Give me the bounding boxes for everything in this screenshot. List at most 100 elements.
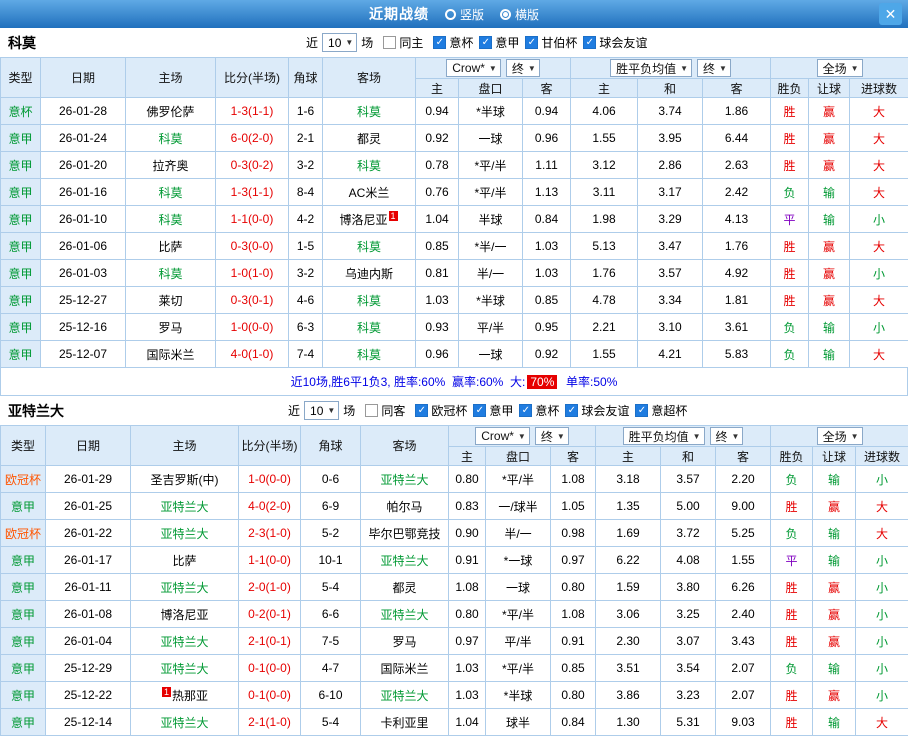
league-filter-意杯[interactable]: ✓ 意杯 [519,402,559,419]
league-cell: 意甲 [0,340,41,368]
handicap-cell: *半球 [485,681,551,709]
avg-type-select[interactable]: 胜平负均值 ▼ [622,427,705,445]
unchecked-checkbox-icon[interactable] [383,36,397,49]
corner-cell: 1-5 [288,232,323,260]
odds-company-select[interactable]: Crow* ▼ [475,427,530,445]
odds-home-cell: 0.90 [448,519,486,547]
home-team-cell: 科莫 [125,178,216,206]
home-team-cell: 亚特兰大 [130,519,239,547]
same-venue-filter[interactable]: 同主 [383,34,423,51]
match-count-value: 10 [310,403,324,418]
result-goals-cell: 大 [849,232,908,260]
unchecked-checkbox-icon[interactable] [365,404,379,417]
avg-home-cell: 1.35 [595,492,662,520]
checked-checkbox-icon[interactable]: ✓ [433,36,447,49]
handicap-cell: *半球 [458,97,523,125]
league-filter-意杯[interactable]: ✓ 意杯 [433,34,473,51]
odds-away-cell: 0.84 [549,708,597,736]
checked-checkbox-icon[interactable]: ✓ [479,36,493,49]
checked-checkbox-icon[interactable]: ✓ [583,36,597,49]
avg-away-cell: 3.43 [715,627,772,655]
result-wdl-cell: 胜 [770,151,810,179]
odds-time-select[interactable]: 终 ▼ [505,59,540,77]
checked-checkbox-icon[interactable]: ✓ [525,36,539,49]
avg-draw-cell: 3.29 [637,205,704,233]
corner-cell: 7-5 [300,627,361,655]
same-venue-filter[interactable]: 同客 [365,402,405,419]
result-handicap-cell: 赢 [812,681,857,709]
atalanta-results-table: 类型 日期 主场 比分(半场) 角球 客场 Crow* ▼ 终 ▼ 胜平负均值 … [0,425,908,736]
col-header-date: 日期 [40,57,126,98]
radio-unselected-icon[interactable] [444,8,456,20]
checked-checkbox-icon[interactable]: ✓ [565,404,579,417]
avg-time-select[interactable]: 终 ▼ [709,427,744,445]
radio-selected-icon[interactable] [500,8,511,20]
league-filter-意甲[interactable]: ✓ 意甲 [479,34,519,51]
team-name: 亚特兰大 [160,499,209,514]
odds-company-select[interactable]: Crow* ▼ [446,59,501,77]
match-count-select[interactable]: 10 ▼ [322,33,358,52]
avg-time-select[interactable]: 终 ▼ [697,59,731,77]
result-goals-cell: 小 [855,546,908,574]
avg-home-cell: 3.11 [570,178,639,206]
home-team-cell: 亚特兰大 [130,654,239,682]
team-name: 国际米兰 [380,661,429,676]
layout-radio-vertical[interactable]: 竖版 [444,6,484,23]
result-goals-cell: 大 [849,124,908,152]
team-name: 科莫 [356,320,381,335]
date-cell: 25-12-22 [45,681,131,709]
result-goals-cell: 大 [855,708,908,736]
same-venue-label: 同客 [381,404,406,418]
checked-checkbox-icon[interactable]: ✓ [635,404,649,417]
league-cell: 意甲 [0,627,46,655]
avg-away-cell: 9.03 [715,708,772,736]
result-handicap-cell: 输 [808,313,851,341]
result-handicap-cell: 输 [812,654,857,682]
como-table-header: 类型 日期 主场 比分(半场) 角球 客场 Crow* ▼ 终 ▼ 胜平负均值 … [0,57,908,98]
avg-away-cell: 1.55 [715,546,772,574]
handicap-cell: 一/球半 [485,492,551,520]
result-handicap-cell: 赢 [808,124,851,152]
match-row: 意甲 25-12-16 罗马 1-0(0-0) 6-3 科莫 0.93 平/半 0.95 2.21… [0,313,908,341]
odds-away-cell: 0.92 [521,340,572,368]
odds-home-cell: 1.03 [415,286,459,314]
odds-home-cell: 0.78 [415,151,459,179]
league-filter-欧冠杯[interactable]: ✓ 欧冠杯 [415,402,467,419]
avg-type-select[interactable]: 胜平负均值 ▼ [610,59,693,77]
odds-home-cell: 0.92 [415,124,459,152]
odds-home-cell: 1.04 [448,708,486,736]
team-name: 亚特兰大 [160,715,209,730]
league-filter-label: 甘伯杯 [541,36,578,50]
league-filter-甘伯杯[interactable]: ✓ 甘伯杯 [525,34,577,51]
score-cell: 2-1(0-1) [238,627,301,655]
team-name: 国际米兰 [146,347,195,362]
league-filter-球会友谊[interactable]: ✓ 球会友谊 [583,34,647,51]
team-name: 圣吉罗斯(中) [150,472,219,487]
odds-away-cell: 0.85 [521,286,572,314]
col-header-corner: 角球 [300,425,361,466]
match-count-select[interactable]: 10 ▼ [304,401,340,420]
result-handicap-cell: 赢 [808,97,851,125]
sub-header-avg-away: 客 [715,446,772,466]
team-name: 都灵 [356,131,381,146]
league-filter-意超杯[interactable]: ✓ 意超杯 [635,402,687,419]
atalanta-filters: 近 10 ▼ 场 同客 ✓ 欧冠杯 ✓ 意甲 ✓ 意杯 ✓ 球会友谊 ✓ 意超杯 [288,401,687,420]
league-filter-意甲[interactable]: ✓ 意甲 [473,402,513,419]
odds-time-select[interactable]: 终 ▼ [534,427,569,445]
team-section-como: 科莫 近 10 ▼ 场 同主 ✓ 意杯 ✓ 意甲 ✓ 甘伯杯 ✓ 球会友谊 类型 日期 [0,28,908,396]
league-filter-球会友谊[interactable]: ✓ 球会友谊 [565,402,629,419]
scope-select[interactable]: 全场 ▼ [816,59,863,77]
team-name: 科莫 [356,239,381,254]
close-button[interactable]: ✕ [879,3,902,25]
avg-draw-cell: 3.10 [637,313,704,341]
team-name: AC米兰 [348,185,390,200]
avg-draw-cell: 3.17 [637,178,704,206]
layout-radio-horizontal[interactable]: 横版 [500,6,539,23]
checked-checkbox-icon[interactable]: ✓ [519,404,533,417]
score-cell: 6-0(2-0) [215,124,289,152]
date-cell: 26-01-06 [40,232,126,260]
handicap-cell: *平/半 [485,654,551,682]
scope-select[interactable]: 全场 ▼ [816,427,863,445]
checked-checkbox-icon[interactable]: ✓ [415,404,429,417]
checked-checkbox-icon[interactable]: ✓ [473,404,487,417]
